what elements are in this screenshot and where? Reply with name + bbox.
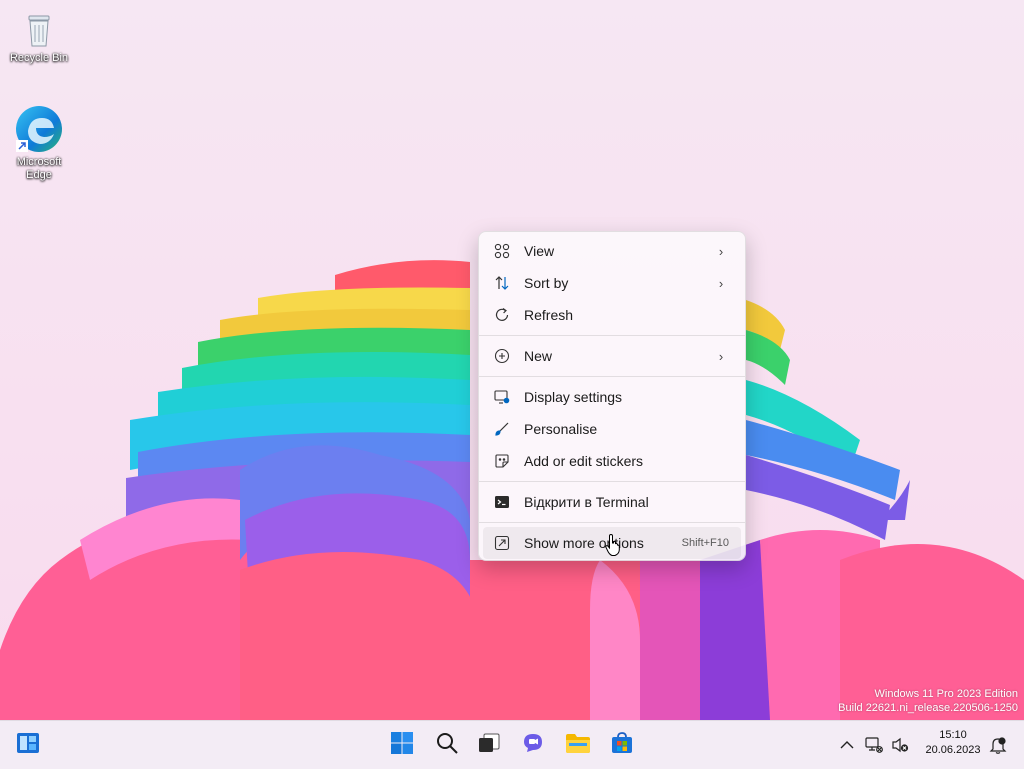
menu-item-open-terminal[interactable]: Відкрити в Terminal (483, 486, 741, 518)
search-icon (435, 731, 459, 760)
start-button[interactable] (386, 729, 418, 761)
chevron-up-icon[interactable] (837, 735, 857, 755)
brush-icon (493, 420, 511, 438)
clock-time: 15:10 (939, 729, 967, 741)
refresh-icon (493, 306, 511, 324)
menu-item-view[interactable]: View › (483, 235, 741, 267)
widgets-button[interactable] (12, 729, 44, 761)
menu-item-display-settings[interactable]: Display settings (483, 381, 741, 413)
store-icon (610, 731, 634, 760)
speaker-muted-icon[interactable] (890, 735, 910, 755)
menu-item-stickers[interactable]: Add or edit stickers (483, 445, 741, 477)
menu-item-label: Refresh (524, 307, 574, 323)
store-button[interactable] (606, 729, 638, 761)
menu-item-refresh[interactable]: Refresh (483, 299, 741, 331)
network-icon[interactable] (864, 735, 884, 755)
desktop-context-menu: View › Sort by › Refresh New › Display s… (478, 231, 746, 561)
search-button[interactable] (431, 729, 463, 761)
desktop-icon-edge[interactable]: Microsoft Edge (7, 104, 71, 182)
task-view-button[interactable] (473, 729, 505, 761)
sticker-icon (493, 452, 511, 470)
widgets-icon (16, 732, 40, 759)
sort-icon (493, 274, 511, 292)
menu-item-label: Add or edit stickers (524, 453, 644, 469)
watermark-build: Build 22621.ni_release.220506-1250 (838, 702, 1018, 714)
hand-cursor-icon (605, 533, 620, 556)
menu-item-personalise[interactable]: Personalise (483, 413, 741, 445)
recycle-bin-icon (19, 10, 59, 50)
file-explorer-icon (565, 732, 591, 759)
menu-separator (479, 522, 745, 523)
terminal-icon (493, 493, 511, 511)
task-view-icon (477, 731, 501, 760)
taskbar (0, 720, 1024, 769)
menu-item-label: New (524, 348, 553, 364)
more-options-icon (493, 534, 511, 552)
menu-separator (479, 481, 745, 482)
chevron-right-icon: › (718, 275, 724, 291)
start-icon (390, 731, 414, 760)
plus-circle-icon (493, 347, 511, 365)
watermark-edition: Windows 11 Pro 2023 Edition (874, 688, 1019, 700)
desktop-icon-recycle-bin[interactable]: Recycle Bin (7, 10, 71, 65)
menu-item-shortcut: Shift+F10 (681, 537, 729, 549)
display-icon (493, 388, 511, 406)
teams-chat-button[interactable] (517, 729, 549, 761)
clock-date: 20.06.2023 (925, 744, 981, 756)
menu-item-label: Sort by (524, 275, 569, 291)
menu-item-label: Display settings (524, 389, 623, 405)
chevron-right-icon: › (718, 348, 724, 364)
notification-icon[interactable] (988, 735, 1008, 755)
taskbar-clock[interactable]: 15:10 20.06.2023 (918, 728, 988, 758)
menu-item-label: Personalise (524, 421, 598, 437)
chevron-right-icon: › (718, 243, 724, 259)
desktop-icon-label: Microsoft Edge (16, 156, 62, 181)
menu-item-label: Show more options (524, 535, 644, 551)
menu-separator (479, 376, 745, 377)
grid-icon (493, 242, 511, 260)
windows-edition-watermark: Windows 11 Pro 2023 Edition Build 22621.… (838, 687, 1018, 715)
menu-item-label: Відкрити в Terminal (524, 494, 649, 510)
teams-chat-icon (521, 731, 545, 760)
desktop-icon-label: Recycle Bin (9, 52, 69, 64)
menu-item-label: View (524, 243, 555, 259)
menu-item-sort-by[interactable]: Sort by › (483, 267, 741, 299)
file-explorer-button[interactable] (562, 729, 594, 761)
edge-icon (14, 104, 64, 154)
menu-separator (479, 335, 745, 336)
menu-item-new[interactable]: New › (483, 340, 741, 372)
